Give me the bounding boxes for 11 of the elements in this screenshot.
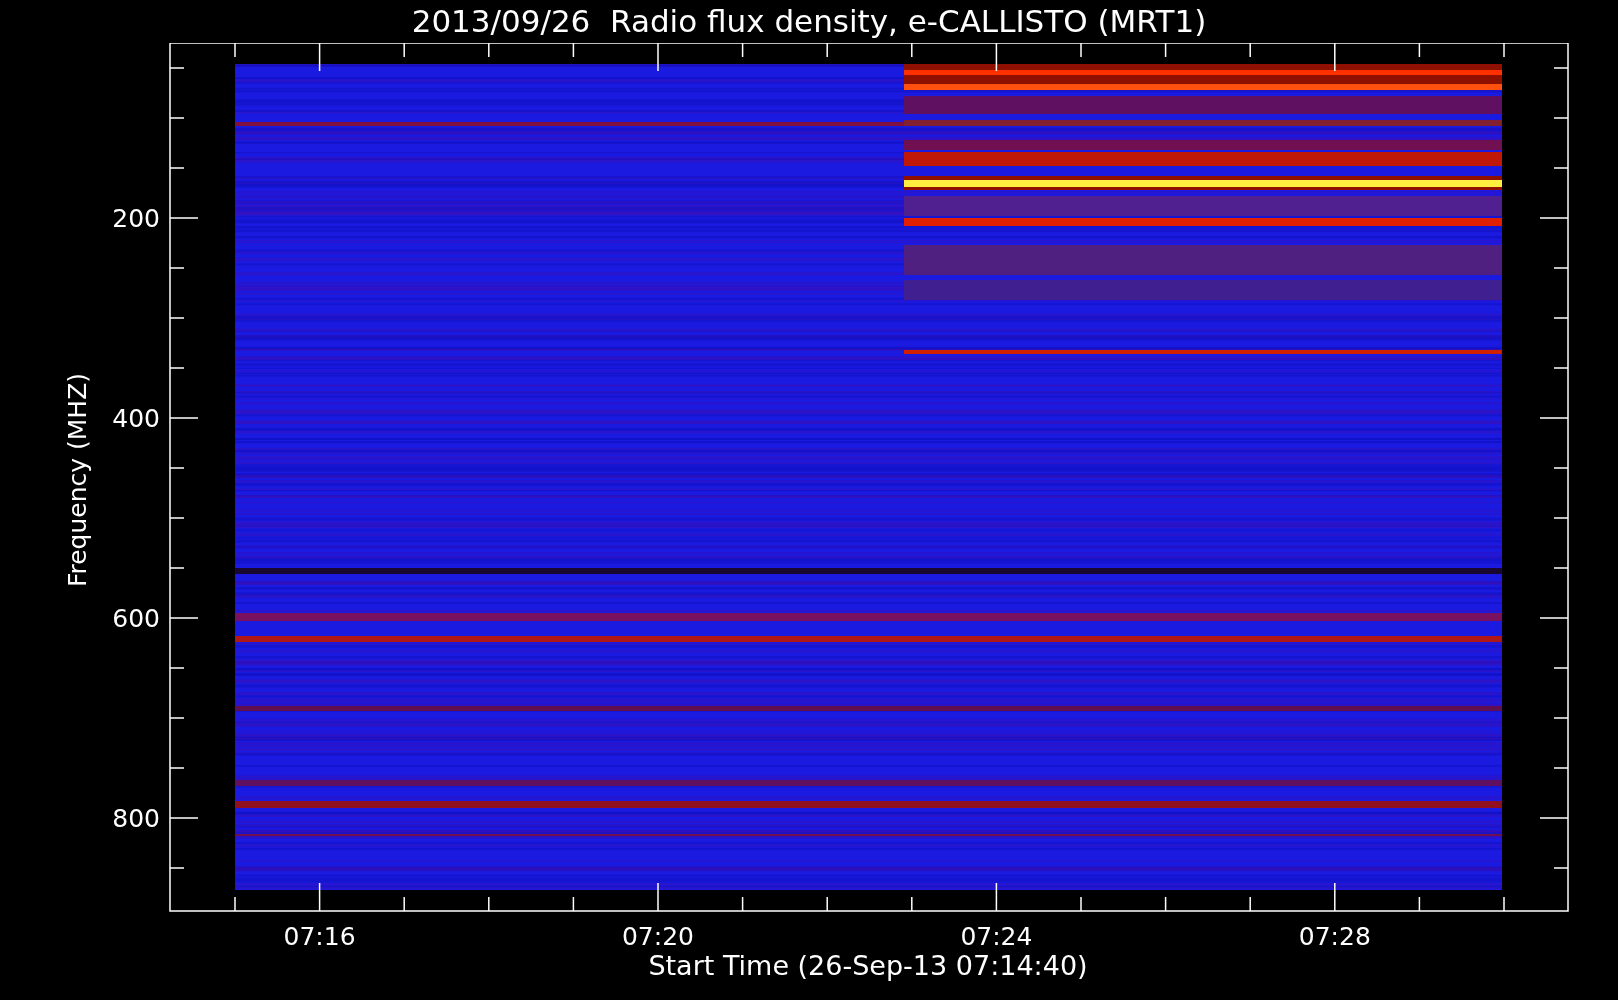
x-tick-label: 07:16	[283, 922, 356, 951]
x-tick-label: 07:24	[960, 922, 1033, 951]
y-axis-label: Frequency (MHZ)	[63, 372, 92, 588]
x-axis-label: Start Time (26-Sep-13 07:14:40)	[648, 950, 1088, 981]
x-tick-label: 07:20	[622, 922, 694, 951]
y-tick-label: 600	[112, 604, 160, 633]
y-tick-label: 200	[112, 204, 160, 233]
y-tick-label: 400	[112, 404, 160, 433]
y-tick-label: 800	[112, 804, 160, 833]
x-tick-label: 07:28	[1298, 922, 1371, 951]
chart-title: 2013/09/26 Radio flux density, e-CALLISTO (MRT1)	[411, 2, 1207, 41]
